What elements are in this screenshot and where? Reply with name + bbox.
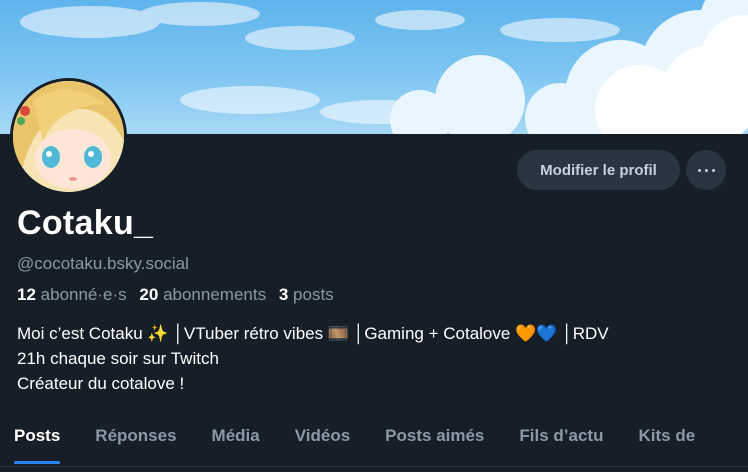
avatar-illustration xyxy=(13,81,124,192)
profile-avatar[interactable] xyxy=(10,78,127,195)
profile-handle: @cocotaku.bsky.social xyxy=(17,254,189,273)
followers-count: 12 xyxy=(17,285,36,304)
posts-stat: 3 posts xyxy=(279,285,334,304)
followers-link[interactable]: 12 abonné·e·s xyxy=(17,285,127,304)
profile-stats: 12 abonné·e·s 20 abonnements 3 posts xyxy=(17,285,334,305)
posts-count: 3 xyxy=(278,285,289,304)
tab-videos[interactable]: Vidéos xyxy=(281,418,350,466)
followers-label: abonné·e·s xyxy=(40,285,127,304)
profile-bio: Moi c’est Cotaku ✨ │VTuber rétro vibes 🎞… xyxy=(17,321,732,396)
display-name: Cotaku_ xyxy=(17,204,154,242)
edit-profile-button[interactable]: Modifier le profil xyxy=(517,150,680,190)
tab-posts[interactable]: Posts xyxy=(0,418,61,466)
profile-tabs: Posts Réponses Média Vidéos Posts aimés … xyxy=(0,418,748,466)
following-link[interactable]: 20 abonnements xyxy=(139,285,266,304)
tabs-divider xyxy=(0,466,748,467)
tab-feeds[interactable]: Fils d’actu xyxy=(505,418,603,466)
following-count: 20 xyxy=(139,285,159,304)
bio-line: Créateur du cotalove ! xyxy=(17,374,185,393)
bio-line: Moi c’est Cotaku ✨ │VTuber rétro vibes 🎞… xyxy=(17,324,609,343)
tab-media[interactable]: Média xyxy=(198,418,260,466)
tab-starter-packs[interactable]: Kits de xyxy=(624,418,695,466)
following-label: abonnements xyxy=(163,285,267,304)
bio-line: 21h chaque soir sur Twitch xyxy=(17,349,219,368)
tab-replies[interactable]: Réponses xyxy=(81,418,176,466)
tab-liked-posts[interactable]: Posts aimés xyxy=(371,418,484,466)
posts-label: posts xyxy=(293,285,334,304)
more-options-icon[interactable] xyxy=(686,150,726,190)
